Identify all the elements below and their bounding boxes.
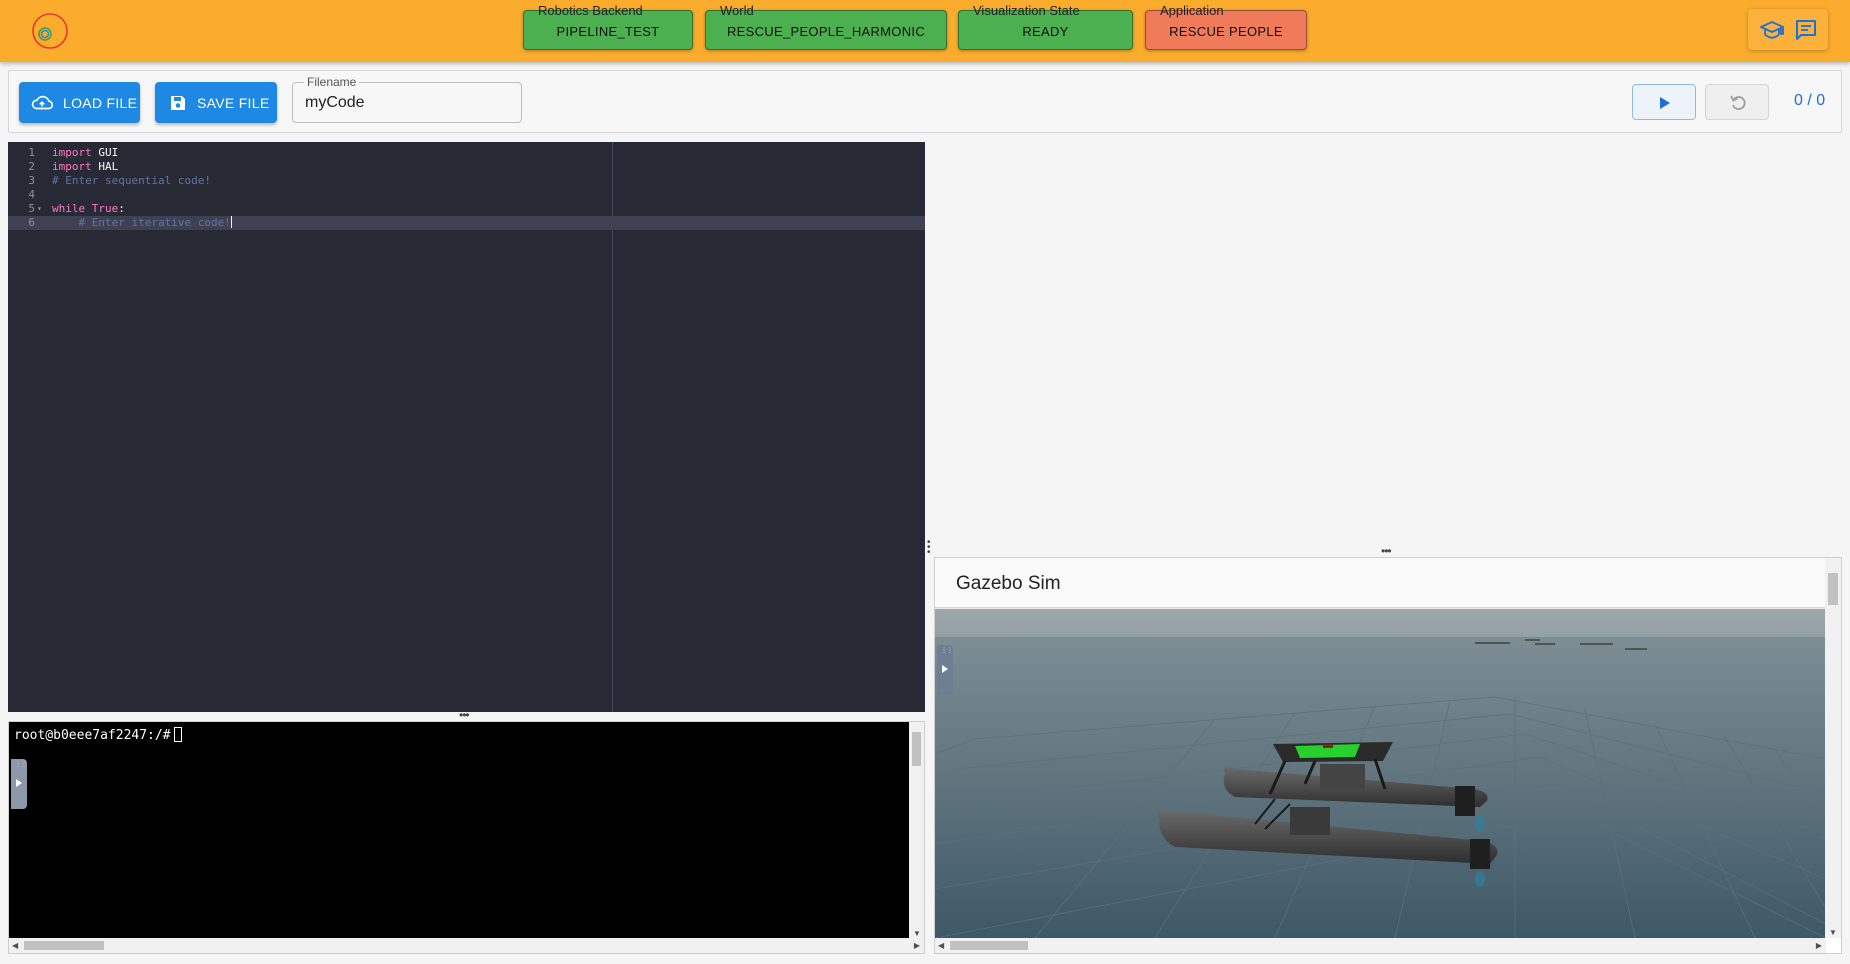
scroll-down-arrow-icon[interactable]: ▼ xyxy=(913,929,921,938)
grip-dots-icon: ⋮⋮ xyxy=(15,762,27,768)
simulation-scene xyxy=(935,609,1826,938)
scrollbar-thumb[interactable] xyxy=(912,732,921,766)
gazebo-side-toggle[interactable]: ⋮⋮ xyxy=(937,645,953,695)
code-line[interactable]: 4 xyxy=(8,188,925,202)
code-line[interactable]: 3 # Enter sequential code! xyxy=(8,174,925,188)
code-token: : xyxy=(118,202,125,215)
header-actions xyxy=(1748,9,1828,50)
code-token: True xyxy=(85,202,119,215)
step-counter: 0 / 0 xyxy=(1794,92,1826,109)
terminal[interactable]: root@b0eee7af2247:/# ⋮⋮ ▼ ◀ ▶ xyxy=(8,721,925,954)
code-text: import HAL xyxy=(52,160,118,174)
code-text: # Enter iterative code! xyxy=(52,216,232,230)
status-label: Visualization State xyxy=(973,3,1080,18)
code-token: # Enter sequential code! xyxy=(52,174,211,187)
code-editor[interactable]: 1 import GUI 2 import HAL 3 # Enter sequentia… xyxy=(8,142,925,712)
scroll-right-arrow-icon[interactable]: ▶ xyxy=(1816,941,1822,950)
load-file-label: LOAD FILE xyxy=(63,94,138,111)
line-number: 4 xyxy=(28,188,35,201)
status-world: World RESCUE_PEOPLE_HARMONIC xyxy=(705,3,947,50)
save-file-button[interactable]: SAVE FILE xyxy=(155,82,277,123)
code-token: import xyxy=(52,146,92,159)
code-token: import xyxy=(52,160,92,173)
expand-arrow-icon xyxy=(16,779,22,787)
code-token: GUI xyxy=(91,146,119,159)
gazebo-vertical-scrollbar[interactable]: ▼ xyxy=(1825,558,1841,938)
chat-icon[interactable] xyxy=(1794,18,1818,42)
gazebo-3d-viewport[interactable]: ⋮⋮ xyxy=(935,609,1826,938)
code-token: HAL xyxy=(91,160,119,173)
run-button[interactable] xyxy=(1632,84,1696,120)
filename-field[interactable]: Filename myCode xyxy=(292,75,522,123)
status-value: RESCUE PEOPLE xyxy=(1169,24,1283,39)
reset-icon xyxy=(1730,95,1746,110)
text-cursor xyxy=(230,216,232,228)
code-line[interactable]: 1 import GUI xyxy=(8,146,925,160)
expand-arrow-icon xyxy=(942,665,948,673)
scrollbar-thumb[interactable] xyxy=(950,941,1028,950)
status-robotics-backend: Robotics Backend PIPELINE_TEST xyxy=(523,3,693,50)
gazebo-title-bar: Gazebo Sim xyxy=(935,558,1826,608)
file-toolbar: LOAD FILE SAVE FILE Filename myCode 0 / … xyxy=(8,70,1842,133)
save-disk-icon xyxy=(171,95,185,110)
scrollbar-thumb[interactable] xyxy=(24,941,104,950)
cloud-upload-icon xyxy=(31,95,53,109)
app-logo-icon[interactable] xyxy=(30,11,70,51)
reset-button[interactable] xyxy=(1705,84,1769,120)
load-file-button[interactable]: LOAD FILE xyxy=(19,82,140,123)
status-value: PIPELINE_TEST xyxy=(556,24,660,39)
gazebo-horizontal-scrollbar[interactable]: ◀ ▶ xyxy=(935,938,1826,953)
line-number: 3 xyxy=(28,174,35,187)
line-number: 2 xyxy=(28,160,35,173)
status-label: Application xyxy=(1160,3,1224,18)
terminal-cursor xyxy=(173,727,182,742)
terminal-horizontal-scrollbar[interactable]: ◀ ▶ xyxy=(9,938,924,953)
status-value: RESCUE_PEOPLE_HARMONIC xyxy=(726,24,926,39)
code-text: # Enter sequential code! xyxy=(52,174,211,188)
scroll-left-arrow-icon[interactable]: ◀ xyxy=(12,941,18,950)
line-number: 5 xyxy=(28,202,35,215)
editor-terminal-resize-handle[interactable]: ••• xyxy=(459,709,470,721)
gazebo-resize-handle[interactable]: ••• xyxy=(1381,545,1392,557)
code-line[interactable]: 2 import HAL xyxy=(8,160,925,174)
code-token: # Enter iterative code! xyxy=(52,216,231,229)
code-line[interactable]: 5 ▾ while True: xyxy=(8,202,925,216)
gazebo-panel: Gazebo Sim ⋮⋮ ▼ ◀ ▶ xyxy=(934,557,1842,954)
fold-toggle-icon[interactable]: ▾ xyxy=(37,202,42,216)
grip-dots-icon: ⋮⋮ xyxy=(941,648,953,654)
line-number: 6 xyxy=(28,216,35,229)
code-line[interactable]: 6 # Enter iterative code! xyxy=(8,216,925,230)
status-label: Robotics Backend xyxy=(538,3,643,18)
code-token: while xyxy=(52,202,86,215)
top-bar: Robotics Backend PIPELINE_TEST World RES… xyxy=(0,0,1850,62)
scroll-down-arrow-icon[interactable]: ▼ xyxy=(1829,928,1837,937)
save-file-label: SAVE FILE xyxy=(197,94,270,111)
play-icon xyxy=(1660,97,1670,109)
scrollbar-thumb[interactable] xyxy=(1828,573,1838,605)
filename-input[interactable]: myCode xyxy=(305,94,365,112)
terminal-output: root@b0eee7af2247:/# xyxy=(14,727,182,743)
status-value: READY xyxy=(1022,24,1069,39)
scroll-left-arrow-icon[interactable]: ◀ xyxy=(938,941,944,950)
code-text: import GUI xyxy=(52,146,118,160)
status-visualization: Visualization State READY xyxy=(958,3,1133,50)
status-label: World xyxy=(720,3,754,18)
scroll-right-arrow-icon[interactable]: ▶ xyxy=(914,941,920,950)
code-text: while True: xyxy=(52,202,125,216)
filename-label: Filename xyxy=(304,75,360,89)
status-application: Application RESCUE PEOPLE xyxy=(1145,3,1307,50)
panel-resize-handle[interactable]: • • • xyxy=(927,538,931,558)
terminal-prompt: root@b0eee7af2247:/# xyxy=(14,728,171,743)
graduation-cap-icon[interactable] xyxy=(1760,18,1784,42)
gazebo-title: Gazebo Sim xyxy=(956,573,1061,594)
line-number: 1 xyxy=(28,146,35,159)
terminal-vertical-scrollbar[interactable]: ▼ xyxy=(909,722,924,939)
terminal-side-toggle[interactable]: ⋮⋮ xyxy=(11,759,27,809)
